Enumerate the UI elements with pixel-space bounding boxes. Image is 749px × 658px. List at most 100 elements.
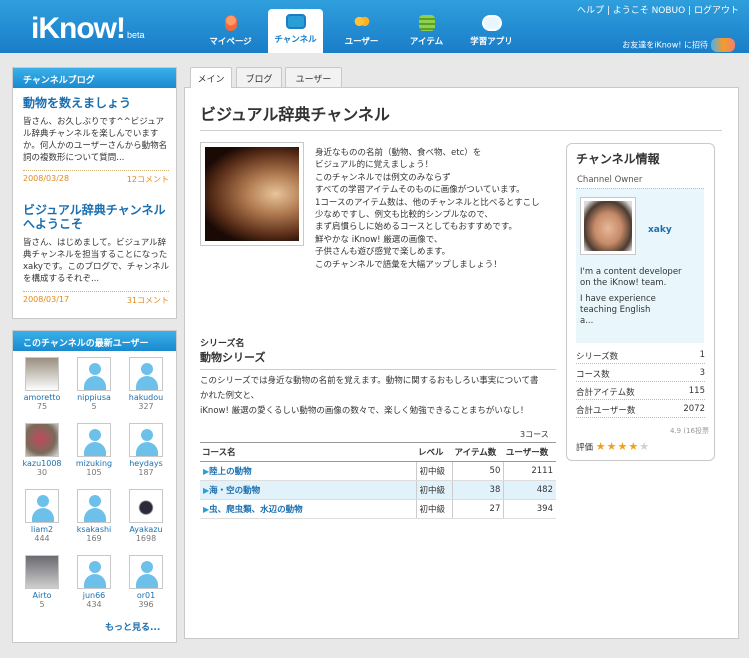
nav-tab-users[interactable]: ユーザー [334, 10, 389, 53]
user-name[interactable]: or01 [123, 591, 169, 600]
course-link[interactable]: ▶陸上の動物 [200, 461, 416, 481]
tab-blog[interactable]: ブログ [236, 67, 282, 87]
divider [200, 130, 722, 131]
course-name[interactable]: 海・空の動物 [209, 486, 260, 496]
stat-value: 2072 [683, 404, 705, 414]
user-avatar[interactable] [77, 489, 111, 523]
user-avatar[interactable] [25, 423, 59, 457]
description-line: かれた例文と、 [200, 391, 260, 401]
table-row[interactable]: ▶陸上の動物 初中級 50 2111 [200, 461, 556, 481]
users-icon [352, 15, 371, 31]
course-level: 初中級 [415, 480, 453, 500]
owner-bio: I'm a content developer on the iKnow! te… [580, 267, 700, 327]
star-icon: ★ [628, 440, 640, 453]
col-items: アイテム数 [452, 442, 504, 462]
invite-friends-link[interactable]: お友達をiKnow! に招待 [622, 38, 735, 52]
user-avatar[interactable] [25, 357, 59, 391]
user-name[interactable]: kazu1008 [19, 459, 65, 468]
course-name[interactable]: 陸上の動物 [209, 467, 252, 477]
nav-tab-items[interactable]: アイテム [399, 10, 454, 53]
user-tile[interactable]: heydays 187 [123, 423, 169, 483]
blog-post-title[interactable]: ビジュアル辞典チャンネルへようこそ [23, 203, 169, 231]
user-tile[interactable]: Airto 5 [19, 555, 65, 615]
user-count: 1698 [135, 534, 157, 543]
user-name[interactable]: nippiusa [71, 393, 117, 402]
rating: 評価 ★★★★★ [576, 440, 650, 453]
user-name[interactable]: hakudou [123, 393, 169, 402]
user-count: 434 [86, 600, 102, 609]
user-tile[interactable]: liam2 444 [19, 489, 65, 549]
user-tile[interactable]: hakudou 327 [123, 357, 169, 417]
description-line: 鮮やかな iKnow! 厳選の画像で、 [315, 234, 443, 245]
course-link[interactable]: ▶海・空の動物 [200, 480, 416, 500]
rating-count: 4.9 (16投票 [670, 427, 709, 435]
tab-users[interactable]: ユーザー [285, 67, 342, 87]
course-link[interactable]: ▶虫、爬虫類、水辺の動物 [200, 499, 416, 519]
description-line: ビジュアル的に覚えましょう！ [315, 160, 434, 171]
blog-post: 動物を数えましょう 皆さん、お久しぶりです^^ビジュアル辞典チャンネルを楽しんで… [23, 96, 169, 185]
user-avatar[interactable] [129, 357, 163, 391]
course-table: コース名 レベル アイテム数 ユーザー数 ▶陸上の動物 初中級 50 2111 … [200, 442, 556, 519]
user-name[interactable]: mizuking [71, 459, 117, 468]
user-avatar[interactable] [77, 357, 111, 391]
channel-info-panel: チャンネル情報 Channel Owner xaky I'm a content… [566, 143, 715, 461]
user-tile[interactable]: or01 396 [123, 555, 169, 615]
user-name[interactable]: amoretto [19, 393, 65, 402]
user-avatar[interactable] [77, 555, 111, 589]
user-tile[interactable]: amoretto 75 [19, 357, 65, 417]
bio-line: on the iKnow! team. [580, 278, 667, 288]
course-items: 38 [452, 480, 504, 500]
user-count: 396 [138, 600, 154, 609]
tab-main[interactable]: メイン [190, 67, 232, 88]
user-name[interactable]: liam2 [19, 525, 65, 534]
user-avatar[interactable] [25, 555, 59, 589]
user-tile[interactable]: Ayakazu 1698 [123, 489, 169, 549]
channel-description: 身近なものの名前（動物、食べ物、etc）を ビジュアル的に覚えましょう！ このチ… [315, 147, 555, 271]
top-links[interactable]: ヘルプ | ようこそ NOBUO | ログアウト [577, 3, 739, 16]
stat-row: シリーズ数 1 [576, 346, 705, 364]
user-name[interactable]: jun66 [71, 591, 117, 600]
owner-avatar[interactable] [580, 197, 636, 255]
invite-label: お友達をiKnow! に招待 [622, 40, 708, 50]
user-avatar[interactable] [25, 489, 59, 523]
user-name[interactable]: ksakashi [71, 525, 117, 534]
description-line: このシリーズでは身近な動物の名前を覚えます。動物に関するおもしろい事実について書 [200, 376, 539, 386]
stat-value: 3 [699, 368, 705, 378]
stat-value: 115 [688, 386, 705, 396]
table-row[interactable]: ▶海・空の動物 初中級 38 482 [200, 480, 556, 500]
nav-tab-apps[interactable]: 学習アプリ [464, 10, 519, 53]
stat-row: 合計ユーザー数 2072 [576, 400, 705, 418]
user-name[interactable]: Ayakazu [123, 525, 169, 534]
user-avatar[interactable] [129, 489, 163, 523]
blog-comments-link[interactable]: 31コメント [127, 295, 169, 306]
user-avatar[interactable] [129, 555, 163, 589]
user-avatar[interactable] [129, 423, 163, 457]
nav-tab-channel[interactable]: チャンネル [268, 9, 323, 53]
nav-label: チャンネル [274, 35, 317, 45]
rating-stars: ★★★★★ [596, 440, 650, 453]
more-users-link[interactable]: もっと見る... [105, 620, 160, 633]
blog-comments-link[interactable]: 12コメント [127, 174, 169, 185]
course-name[interactable]: 虫、爬虫類、水辺の動物 [209, 505, 303, 515]
user-avatar[interactable] [77, 423, 111, 457]
user-name[interactable]: heydays [123, 459, 169, 468]
bio-line: I have experience [580, 294, 656, 304]
course-count: 3コース [520, 430, 549, 439]
user-tile[interactable]: jun66 434 [71, 555, 117, 615]
nav-label: ユーザー [344, 37, 379, 47]
logo[interactable]: iKnow! beta [31, 12, 145, 46]
table-row[interactable]: ▶虫、爬虫類、水辺の動物 初中級 27 394 [200, 499, 556, 519]
series-description: このシリーズでは身近な動物の名前を覚えます。動物に関するおもしろい事実について書… [200, 374, 556, 419]
user-tile[interactable]: ksakashi 169 [71, 489, 117, 549]
user-count: 5 [91, 402, 97, 411]
blog-post-title[interactable]: 動物を数えましょう [23, 96, 169, 110]
owner-name-link[interactable]: xaky [648, 225, 672, 235]
user-tile[interactable]: nippiusa 5 [71, 357, 117, 417]
rating-label: 評価 [576, 443, 594, 453]
user-count: 169 [86, 534, 102, 543]
user-tile[interactable]: mizuking 105 [71, 423, 117, 483]
blog-post-date: 2008/03/28 [23, 174, 70, 183]
nav-tab-mypage[interactable]: マイページ [203, 10, 258, 53]
user-tile[interactable]: kazu1008 30 [19, 423, 65, 483]
user-name[interactable]: Airto [19, 591, 65, 600]
